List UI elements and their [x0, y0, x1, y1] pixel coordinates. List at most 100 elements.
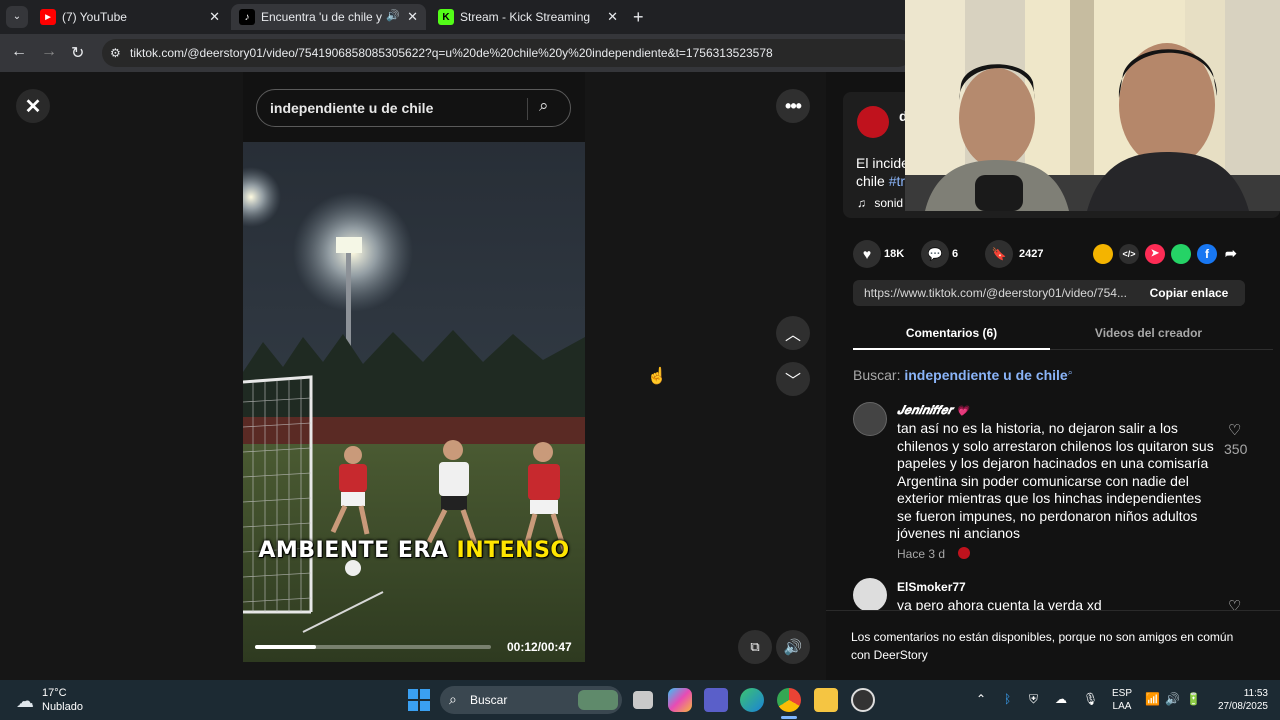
share-arrow-icon[interactable]: ➦: [1225, 245, 1237, 262]
tab-label: Stream - Kick Streaming: [460, 10, 591, 24]
author-avatar[interactable]: [857, 106, 889, 138]
save-count: 2427: [1019, 248, 1044, 260]
windows-taskbar: ☁ 17°C Nublado ⌕ Buscar ⌃ ᛒ ⛨ ☁ 🎙 ESP LA…: [0, 680, 1280, 720]
chevron-up-icon: ︿: [784, 327, 801, 344]
volume-icon[interactable]: 🔊: [1165, 692, 1180, 706]
file-explorer-icon[interactable]: [814, 688, 838, 712]
video-column: ✕ independiente u de chile ⌕ AMBIENTE ER…: [0, 72, 826, 680]
bookmark-icon: 🔖: [991, 247, 1007, 261]
battery-icon[interactable]: 🔋: [1186, 692, 1201, 706]
address-field[interactable]: ⚙ tiktok.com/@deerstory01/video/75419068…: [102, 39, 912, 67]
send-icon[interactable]: ➤: [1145, 244, 1165, 264]
weather-desc: Nublado: [42, 701, 83, 713]
forward-arrow-icon[interactable]: →: [41, 43, 57, 61]
like-button[interactable]: ♥: [853, 240, 881, 268]
reload-icon[interactable]: ↻: [71, 43, 84, 63]
sound-row[interactable]: ♫ sonid: [857, 196, 903, 210]
wifi-icon[interactable]: 📶: [1145, 692, 1160, 706]
search-input[interactable]: independiente u de chile: [270, 100, 433, 116]
caption-white: AMBIENTE ERA: [258, 538, 457, 563]
close-icon: ✕: [24, 95, 42, 118]
tab-comments[interactable]: Comentarios (6): [853, 326, 1050, 340]
comment-button[interactable]: 💬: [921, 240, 949, 268]
volume-button[interactable]: 🔊: [776, 630, 810, 664]
teams-icon[interactable]: [704, 688, 728, 712]
save-button[interactable]: 🔖: [985, 240, 1013, 268]
browser-toolbar: ← → ↻ ⚙ tiktok.com/@deerstory01/video/75…: [0, 34, 912, 72]
tray-overflow-icon[interactable]: ⌃: [976, 692, 986, 706]
facebook-icon[interactable]: f: [1197, 244, 1217, 264]
weather-widget[interactable]: ☁ 17°C Nublado: [16, 687, 126, 715]
back-arrow-icon[interactable]: ←: [11, 43, 27, 61]
search-icon[interactable]: ⌕: [539, 96, 549, 116]
bluetooth-icon[interactable]: ᛒ: [1004, 692, 1011, 706]
comment-count: 6: [952, 248, 959, 260]
mouse-cursor-icon: ☝: [647, 368, 667, 385]
username[interactable]: ElSmoker77: [897, 580, 966, 594]
search-bar[interactable]: independiente u de chile ⌕: [256, 89, 571, 127]
windows-logo-icon: [408, 689, 418, 699]
description-line: chile #tr: [856, 172, 909, 190]
tab-search-dropdown[interactable]: ⌄: [6, 6, 28, 28]
speaker-icon[interactable]: 🔊: [386, 9, 400, 22]
whatsapp-icon[interactable]: [1171, 244, 1191, 264]
defender-icon[interactable]: ⛨: [1029, 692, 1038, 707]
previous-video-button[interactable]: ︿: [776, 316, 810, 350]
weather-temp: 17°C: [42, 687, 67, 699]
tab-youtube[interactable]: ▶ (7) YouTube ✕: [32, 4, 228, 30]
notice-line: Los comentarios no están disponibles, po…: [851, 630, 1234, 644]
search-suggestion[interactable]: Buscar: independiente u de chile⌕: [853, 367, 1073, 383]
close-tab-icon[interactable]: ✕: [209, 9, 220, 25]
share-link-text[interactable]: https://www.tiktok.com/@deerstory01/vide…: [864, 286, 1127, 300]
taskbar-search-placeholder: Buscar: [470, 693, 508, 707]
search-suggest-link[interactable]: independiente u de chile: [904, 367, 1067, 383]
comments-unavailable-notice: Los comentarios no están disponibles, po…: [826, 610, 1280, 680]
new-tab-button[interactable]: +: [633, 7, 644, 28]
tab-kick[interactable]: K Stream - Kick Streaming ✕: [430, 4, 626, 30]
close-tab-icon[interactable]: ✕: [407, 9, 418, 25]
clock-date: 27/08/2025: [1217, 701, 1268, 712]
microphone-icon[interactable]: 🎙: [1083, 692, 1098, 706]
onedrive-icon[interactable]: ☁: [1055, 692, 1067, 706]
comment-icon: 💬: [927, 247, 943, 261]
close-tab-icon[interactable]: ✕: [607, 9, 618, 25]
search-icon: ⌕: [449, 691, 457, 707]
commenter-avatar[interactable]: [853, 578, 887, 612]
close-video-button[interactable]: ✕: [16, 89, 50, 123]
hashtag-link[interactable]: #tr: [889, 173, 905, 189]
progress-track[interactable]: [255, 645, 491, 649]
comment-like-icon[interactable]: ♡: [1228, 421, 1241, 439]
commenter-avatar[interactable]: [853, 402, 887, 436]
heart-icon: ♥: [862, 246, 872, 262]
webcam-image: [905, 0, 1280, 211]
taskbar-search[interactable]: ⌕ Buscar: [440, 686, 622, 714]
language-indicator[interactable]: ESP LAA: [1112, 687, 1132, 713]
app-icon[interactable]: [851, 688, 875, 712]
more-options-button[interactable]: •••: [776, 89, 810, 123]
next-video-button[interactable]: ﹀: [776, 362, 810, 396]
clock[interactable]: 11:53 27/08/2025: [1212, 687, 1268, 713]
creator-liked-badge: [958, 547, 970, 559]
start-button[interactable]: [408, 689, 430, 711]
repost-icon[interactable]: [1093, 244, 1113, 264]
floating-player-button[interactable]: ⧉: [738, 630, 772, 664]
comment-time: Hace 3 d: [897, 547, 946, 561]
video-player[interactable]: independiente u de chile ⌕ AMBIENTE ERA …: [243, 72, 585, 662]
tab-creator-videos[interactable]: Videos del creador: [1050, 326, 1247, 340]
copy-link-button[interactable]: Copiar enlace: [1133, 280, 1245, 306]
task-view-icon[interactable]: [633, 691, 653, 709]
windows-logo-icon: [420, 689, 430, 699]
pink-heart-icon: 💗: [956, 406, 969, 417]
commenter-name[interactable]: 𝑱𝒆𝒏𝒊𝒏𝒊𝒇𝒇𝒆𝒓 💗: [897, 403, 969, 418]
chrome-icon[interactable]: [777, 688, 801, 712]
post-description: El incide chile #tr: [856, 154, 909, 190]
embed-icon[interactable]: </>: [1119, 244, 1139, 264]
copilot-icon[interactable]: [668, 688, 692, 712]
search-highlight-icon: [578, 690, 618, 710]
site-settings-icon[interactable]: ⚙: [110, 39, 121, 67]
username[interactable]: 𝑱𝒆𝒏𝒊𝒏𝒊𝒇𝒇𝒆𝒓: [897, 403, 953, 417]
edge-icon[interactable]: [740, 688, 764, 712]
tab-label: (7) YouTube: [62, 10, 127, 24]
tab-tiktok[interactable]: ♪ Encuentra 'u de chile y inde 🔊 ✕: [231, 4, 426, 30]
sound-name[interactable]: sonid: [874, 196, 903, 210]
